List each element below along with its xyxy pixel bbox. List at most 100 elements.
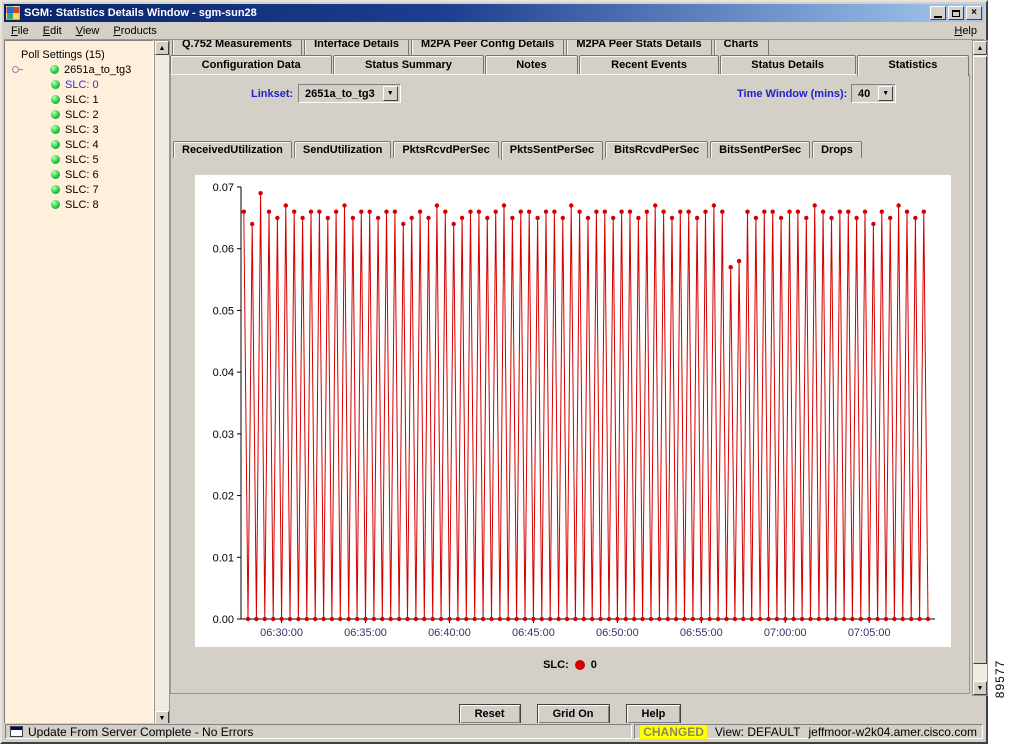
menu-bar: FileEditViewProducts Help <box>4 22 984 40</box>
close-button[interactable]: × <box>966 6 982 20</box>
scroll-down-icon[interactable]: ▼ <box>973 681 987 695</box>
tab-status-summary[interactable]: Status Summary <box>333 55 483 74</box>
tab-q-752-measurements[interactable]: Q.752 Measurements <box>172 40 302 55</box>
tree-item-slc-7[interactable]: SLC: 7 <box>5 182 153 197</box>
menu-bar-right: Help <box>947 25 984 37</box>
status-ball-icon <box>51 170 60 179</box>
tree-item-label: SLC: 4 <box>65 139 99 151</box>
tree-item-label: SLC: 0 <box>65 79 99 91</box>
tab-charts[interactable]: Charts <box>714 40 769 55</box>
linkset-value: 2651a_to_tg3 <box>305 88 375 100</box>
statistics-panel: Linkset: 2651a_to_tg3 ▼ Time Window (min… <box>170 74 970 694</box>
tree-item-label: SLC: 1 <box>65 94 99 106</box>
tab-row-lower: Configuration DataStatus SummaryNotesRec… <box>170 55 970 74</box>
svg-text:07:00:00: 07:00:00 <box>764 627 807 639</box>
figure-number: 89577 <box>993 660 1007 698</box>
time-window-dropdown[interactable]: 40 ▼ <box>851 84 896 103</box>
chart-tab-sendutilization[interactable]: SendUtilization <box>294 141 391 158</box>
legend-series-marker <box>575 660 585 670</box>
tab-row-upper: Q.752 MeasurementsInterface DetailsM2PA … <box>172 40 771 55</box>
chart-canvas: 0.000.010.020.030.040.050.060.0706:30:00… <box>195 175 951 647</box>
figure-strip: 89577 <box>988 0 1011 744</box>
chevron-down-icon[interactable]: ▼ <box>383 86 398 101</box>
chart-tab-row: ReceivedUtilizationSendUtilizationPktsRc… <box>173 141 864 158</box>
chevron-down-icon[interactable]: ▼ <box>878 86 893 101</box>
pkts-sent-per-sec-chart: 0.000.010.020.030.040.050.060.0706:30:00… <box>195 175 951 647</box>
minimize-button[interactable] <box>930 6 946 20</box>
title-bar: SGM: Statistics Details Window - sgm-sun… <box>4 4 984 22</box>
tree-item-slc-6[interactable]: SLC: 6 <box>5 167 153 182</box>
scroll-up-icon[interactable]: ▲ <box>973 41 987 55</box>
menu-edit[interactable]: Edit <box>36 23 69 39</box>
menu-help[interactable]: Help <box>947 23 984 39</box>
svg-text:0.06: 0.06 <box>213 244 234 256</box>
reset-button[interactable]: Reset <box>459 704 521 724</box>
window-title: SGM: Statistics Details Window - sgm-sun… <box>24 7 928 19</box>
status-ball-icon <box>51 140 60 149</box>
tree-node-linkset[interactable]: 2651a_to_tg3 <box>5 62 153 77</box>
status-ball-icon <box>51 80 60 89</box>
help-button[interactable]: Help <box>626 704 682 724</box>
status-ball-icon <box>51 185 60 194</box>
chart-tab-bitsrcvdpersec[interactable]: BitsRcvdPerSec <box>605 141 708 158</box>
tab-interface-details[interactable]: Interface Details <box>304 40 409 55</box>
tab-configuration-data[interactable]: Configuration Data <box>170 55 332 74</box>
maximize-button[interactable] <box>948 6 964 20</box>
linkset-dropdown[interactable]: 2651a_to_tg3 ▼ <box>298 84 401 103</box>
tab-status-details[interactable]: Status Details <box>720 55 856 74</box>
tab-statistics[interactable]: Statistics <box>857 55 969 76</box>
menu-products[interactable]: Products <box>106 23 163 39</box>
chart-tab-pktsrcvdpersec[interactable]: PktsRcvdPerSec <box>393 141 498 158</box>
chart-tab-bitssentpersec[interactable]: BitsSentPerSec <box>710 141 810 158</box>
svg-text:06:35:00: 06:35:00 <box>344 627 387 639</box>
grid-on-button[interactable]: Grid On <box>537 704 610 724</box>
svg-text:06:50:00: 06:50:00 <box>596 627 639 639</box>
legend-series-label: 0 <box>591 659 597 671</box>
status-ball-icon <box>50 65 59 74</box>
legend-label: SLC: <box>543 659 569 671</box>
scroll-up-icon[interactable]: ▲ <box>155 41 169 55</box>
tree-expand-handle-icon[interactable] <box>11 64 24 75</box>
svg-text:06:45:00: 06:45:00 <box>512 627 555 639</box>
status-ball-icon <box>51 200 60 209</box>
main-scrollbar[interactable]: ▲ ▼ <box>972 40 988 696</box>
svg-text:0.04: 0.04 <box>213 367 234 379</box>
status-window-icon <box>10 726 23 737</box>
chart-tab-pktssentpersec[interactable]: PktsSentPerSec <box>501 141 603 160</box>
tree-item-slc-8[interactable]: SLC: 8 <box>5 197 153 212</box>
status-ball-icon <box>51 110 60 119</box>
tree-item-label: SLC: 7 <box>65 184 99 196</box>
tab-m2pa-peer-stats-details[interactable]: M2PA Peer Stats Details <box>566 40 711 55</box>
svg-text:0.02: 0.02 <box>213 491 234 503</box>
svg-text:0.01: 0.01 <box>213 552 234 564</box>
tree-scrollbar[interactable]: ▲ ▼ <box>154 40 170 726</box>
status-ball-icon <box>51 95 60 104</box>
minimize-icon <box>934 16 942 18</box>
tree-item-slc-4[interactable]: SLC: 4 <box>5 137 153 152</box>
tab-recent-events[interactable]: Recent Events <box>579 55 718 74</box>
poll-settings-tree: Poll Settings (15) 2651a_to_tg3 SLC: 0SL… <box>4 40 154 726</box>
tree-item-slc-0[interactable]: SLC: 0 <box>5 77 153 92</box>
view-label: View: DEFAULT <box>715 725 801 739</box>
status-message-cell: Update From Server Complete - No Errors <box>5 724 632 739</box>
svg-text:06:40:00: 06:40:00 <box>428 627 471 639</box>
tree-item-slc-1[interactable]: SLC: 1 <box>5 92 153 107</box>
chart-tab-receivedutilization[interactable]: ReceivedUtilization <box>173 141 292 158</box>
menu-bar-left: FileEditViewProducts <box>4 25 164 37</box>
svg-text:07:05:00: 07:05:00 <box>848 627 891 639</box>
tree-item-label: SLC: 6 <box>65 169 99 181</box>
tree-item-slc-5[interactable]: SLC: 5 <box>5 152 153 167</box>
time-window-value: 40 <box>858 88 870 100</box>
tab-m2pa-peer-config-details[interactable]: M2PA Peer Config Details <box>411 40 564 55</box>
menu-file[interactable]: File <box>4 23 36 39</box>
chart-tab-drops[interactable]: Drops <box>812 141 862 158</box>
scrollbar-thumb[interactable] <box>973 56 987 664</box>
tree-children: SLC: 0 SLC: 1SLC: 2SLC: 3 SLC: 4SLC: 5 SLC:… <box>5 77 153 212</box>
svg-text:06:30:00: 06:30:00 <box>260 627 303 639</box>
tree-root-poll-settings[interactable]: Poll Settings (15) <box>5 47 153 62</box>
menu-view[interactable]: View <box>69 23 107 39</box>
tree-item-slc-2[interactable]: SLC: 2 <box>5 107 153 122</box>
linkset-label: Linkset: <box>251 88 293 100</box>
tree-item-slc-3[interactable]: SLC: 3 <box>5 122 153 137</box>
tab-notes[interactable]: Notes <box>485 55 579 74</box>
